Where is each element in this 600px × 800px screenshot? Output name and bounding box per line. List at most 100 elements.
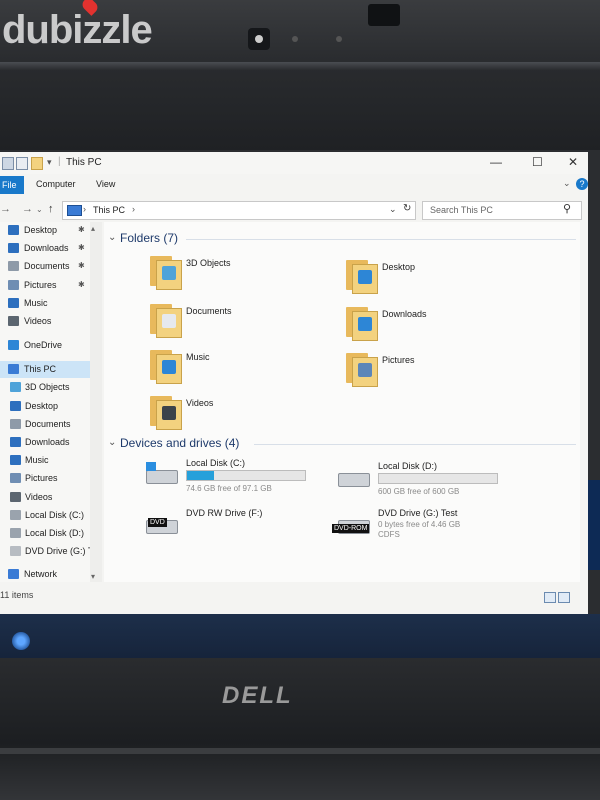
large-icons-view-icon[interactable] — [558, 592, 570, 603]
drive-item-dvd-rw-drive-f[interactable]: DVD DVD RW Drive (F:) — [146, 508, 336, 552]
sidebar-item-network[interactable]: Network — [0, 566, 90, 583]
nav-item-label: OneDrive — [24, 340, 63, 351]
drive-free-space: 74.6 GB free of 97.1 GB — [186, 484, 272, 493]
recent-locations-icon[interactable]: ⌄ — [36, 205, 43, 214]
up-arrow-icon[interactable]: ↑ — [48, 203, 54, 215]
nav-item-label: Local Disk (C:) — [25, 509, 85, 520]
sidebar-item-dvd-drive-g-t[interactable]: DVD Drive (G:) T — [0, 543, 93, 560]
dvd-badge: DVD — [148, 518, 167, 527]
scroll-down-icon[interactable]: ▾ — [91, 572, 95, 581]
drive-item-dvd-drive-g-test[interactable]: DVD-ROM DVD Drive (G:) Test 0 bytes free o… — [332, 508, 528, 552]
desktop-icon — [10, 400, 21, 411]
sidebar-item-pictures[interactable]: Pictures ✱ — [0, 277, 90, 294]
drive-label: Local Disk (D:) — [378, 461, 438, 471]
nav-item-label: Pictures — [24, 279, 57, 290]
sidebar-item-3d-objects[interactable]: 3D Objects — [0, 379, 90, 396]
drive-item-local-disk-d[interactable]: Local Disk (D:) 600 GB free of 600 GB — [338, 461, 528, 505]
collapse-chevron-icon[interactable]: ⌄ — [108, 232, 116, 243]
sidebar-item-onedrive[interactable]: OneDrive — [0, 337, 90, 354]
drive-icon — [338, 465, 370, 487]
dvd-badge: DVD-ROM — [332, 524, 370, 533]
forward-arrow-icon[interactable]: → — [22, 203, 33, 215]
quick-access-check-icon[interactable] — [16, 157, 28, 170]
refresh-icon[interactable]: ↻ — [403, 203, 415, 216]
address-path[interactable]: This PC — [93, 205, 125, 215]
sidebar-item-this-pc[interactable]: This PC — [0, 361, 90, 379]
3d-objects-icon — [10, 382, 21, 393]
address-bar[interactable]: › This PC › ⌄ ↻ — [62, 201, 416, 220]
sidebar-item-music[interactable]: Music — [0, 295, 90, 312]
expand-ribbon-icon[interactable]: ⌄ — [563, 178, 571, 189]
folder-item-music[interactable]: Music — [150, 350, 330, 386]
drive-item-local-disk-c[interactable]: Local Disk (C:) 74.6 GB free of 97.1 GB — [146, 458, 336, 502]
folder-item-documents[interactable]: Documents — [150, 304, 330, 340]
content-pane: ⌄ Folders (7) 3D Objects Desktop Documents… — [104, 222, 580, 582]
group-divider — [186, 239, 576, 240]
onedrive-icon — [8, 340, 19, 351]
dvd-drive-icon — [10, 546, 21, 557]
sidebar-item-videos[interactable]: Videos — [0, 489, 90, 506]
nav-item-label: Videos — [25, 491, 53, 502]
sidebar-item-desktop[interactable]: Desktop ✱ — [0, 222, 90, 239]
sidebar-item-desktop[interactable]: Desktop — [0, 398, 90, 415]
maximize-button[interactable]: ☐ — [532, 155, 543, 169]
sidebar-item-pictures[interactable]: Pictures — [0, 470, 90, 487]
nav-item-label: Downloads — [25, 437, 70, 447]
close-button[interactable]: ✕ — [568, 155, 578, 169]
folder-label: Documents — [186, 306, 232, 316]
folder-label: Videos — [186, 398, 214, 408]
folders-group-header[interactable]: ⌄ Folders (7) — [108, 231, 178, 245]
status-bar: 11 items — [0, 584, 588, 606]
drives-group-header[interactable]: ⌄ Devices and drives (4) — [108, 436, 240, 450]
address-separator[interactable]: › — [83, 204, 86, 214]
details-view-icon[interactable] — [544, 592, 556, 603]
laptop-hinge — [0, 748, 600, 754]
drive-body — [146, 470, 178, 484]
collapse-chevron-icon[interactable]: ⌄ — [108, 437, 116, 448]
view-mode-switcher — [544, 590, 574, 603]
folder-item-downloads[interactable]: Downloads — [346, 307, 526, 343]
folder-item-3d-objects[interactable]: 3D Objects — [150, 256, 330, 292]
scroll-up-icon[interactable]: ▴ — [91, 224, 95, 233]
sidebar-item-local-disk-d[interactable]: Local Disk (D:) — [0, 525, 90, 542]
downloads-icon — [10, 437, 21, 447]
drives-header-label: Devices and drives (4) — [120, 436, 240, 450]
start-orb-icon[interactable] — [12, 632, 30, 650]
back-arrow-icon[interactable]: → — [0, 203, 11, 215]
address-row: → → ⌄ ↑ › This PC › ⌄ ↻ Search This PC ⚲ — [0, 198, 588, 222]
documents-icon — [162, 314, 176, 328]
documents-icon — [10, 418, 21, 429]
tab-view[interactable]: View — [96, 179, 115, 189]
folder-item-pictures[interactable]: Pictures — [346, 353, 526, 389]
quick-access-folder-icon[interactable] — [31, 157, 43, 170]
item-count: 11 items — [0, 590, 34, 600]
minimize-button[interactable]: — — [490, 155, 502, 169]
folder-item-videos[interactable]: Videos — [150, 396, 330, 432]
sidebar-item-downloads[interactable]: Downloads ✱ — [0, 240, 90, 257]
folder-item-desktop[interactable]: Desktop — [346, 260, 526, 296]
sidebar-item-videos[interactable]: Videos — [0, 313, 90, 330]
videos-icon — [10, 491, 21, 502]
customize-toolbar-icon[interactable]: ▾ — [47, 157, 52, 168]
tab-file[interactable]: File — [0, 176, 24, 194]
address-separator[interactable]: › — [132, 204, 135, 214]
pin-icon: ✱ — [78, 225, 85, 234]
nav-item-label: Music — [24, 297, 48, 308]
sidebar-item-downloads[interactable]: Downloads — [0, 434, 90, 451]
navigation-scrollbar[interactable]: ▴ ▾ — [90, 222, 102, 582]
sidebar-item-local-disk-c[interactable]: Local Disk (C:) — [0, 507, 90, 524]
address-dropdown-icon[interactable]: ⌄ — [389, 204, 397, 215]
sidebar-item-documents[interactable]: Documents — [0, 416, 90, 433]
network-icon — [8, 569, 19, 580]
search-input[interactable]: Search This PC ⚲ — [422, 201, 582, 220]
sidebar-item-documents[interactable]: Documents ✱ — [0, 258, 90, 275]
navigation-pane: Desktop ✱ Downloads ✱ Documents ✱ Pictures ✱ Mus… — [0, 222, 102, 582]
group-divider — [254, 444, 576, 445]
tab-computer[interactable]: Computer — [36, 179, 76, 189]
music-icon — [10, 455, 21, 466]
search-icon[interactable]: ⚲ — [563, 202, 571, 215]
quick-access-properties-icon[interactable] — [2, 157, 14, 170]
help-icon[interactable]: ? — [576, 178, 588, 190]
sidebar-item-music[interactable]: Music — [0, 452, 90, 469]
downloads-icon — [8, 243, 19, 254]
